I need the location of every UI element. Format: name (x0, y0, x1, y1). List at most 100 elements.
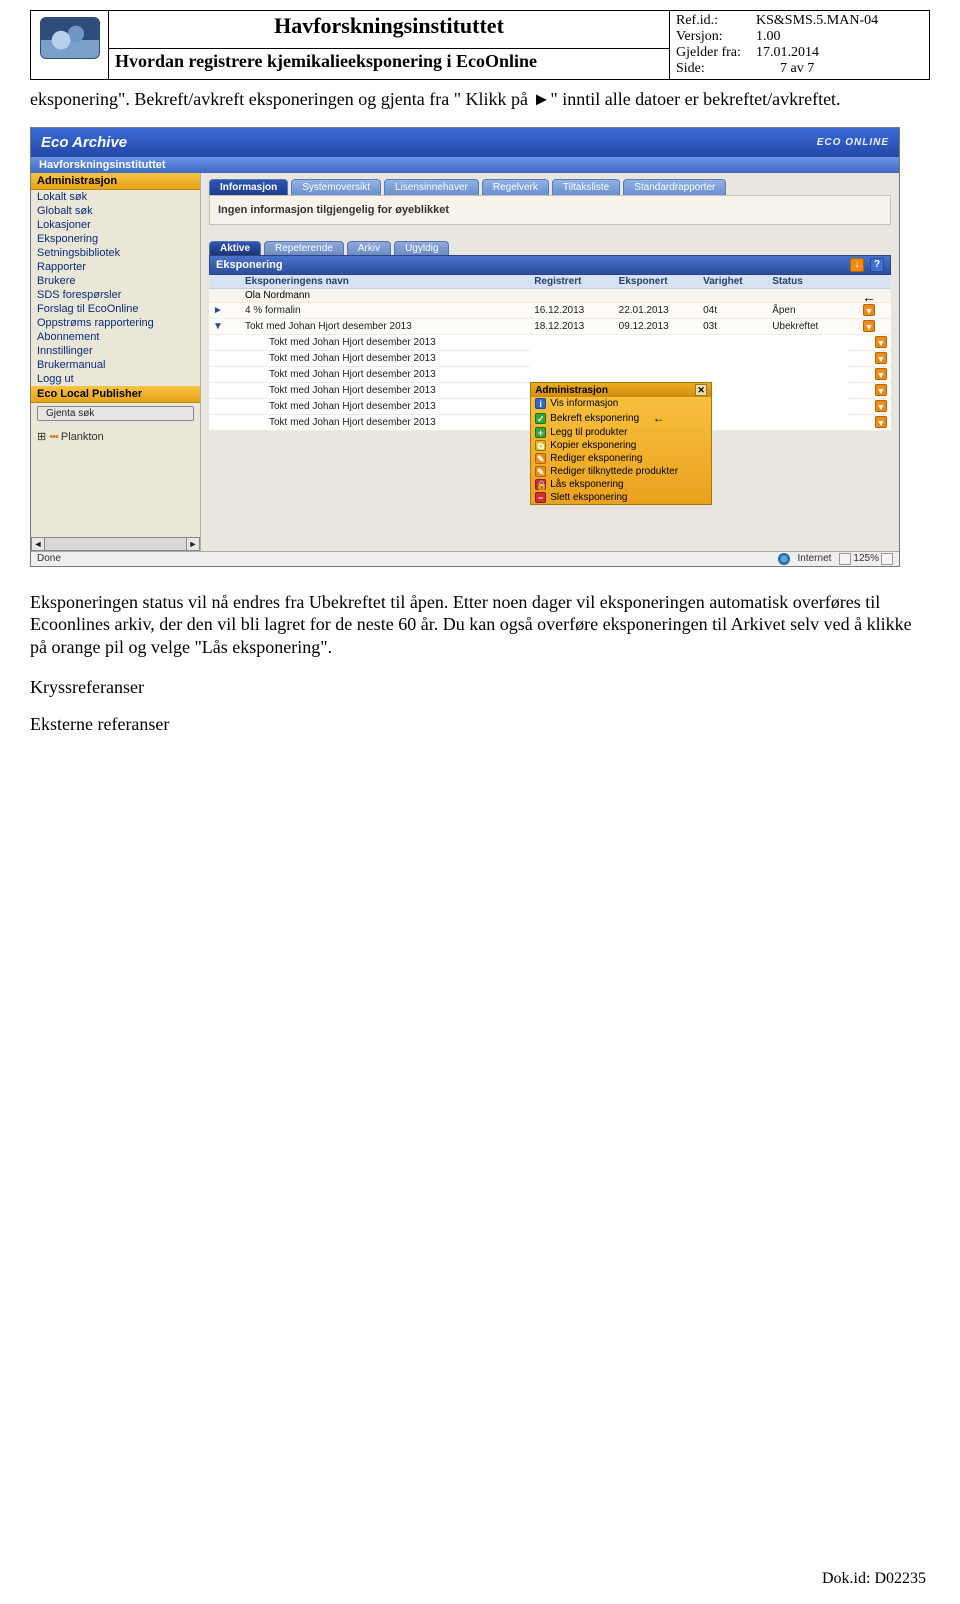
row-action-icon[interactable]: ▼ (875, 336, 887, 348)
sidebar-item-setningsbibliotek[interactable]: Setningsbibliotek (31, 246, 200, 260)
sidebar-item-abonnement[interactable]: Abonnement (31, 330, 200, 344)
eco-sidebar: Administrasjon Lokalt søk Globalt søk Lo… (31, 173, 201, 551)
tree-item-plankton[interactable]: Plankton (61, 431, 104, 443)
col-var: Varighet (699, 275, 768, 289)
scroll-track[interactable] (45, 537, 186, 551)
cell-name: Tokt med Johan Hjort desember 2013 (241, 398, 530, 414)
ctx-item-las[interactable]: 🔒Lås eksponering (531, 478, 711, 491)
ctx-item-kopier[interactable]: ⧉Kopier eksponering (531, 439, 711, 452)
cell-var: 04t (699, 302, 768, 318)
repeat-search-button[interactable]: Gjenta søk (37, 406, 194, 421)
subtab-ugyldig[interactable]: Ugyldig (394, 241, 449, 255)
sidebar-item-lokasjoner[interactable]: Lokasjoner (31, 218, 200, 232)
ref-value: KS&SMS.5.MAN-04 (756, 13, 878, 29)
eco-archive-window: Eco Archive ECO ONLINE Havforskningsinst… (30, 127, 900, 567)
tab-regelverk[interactable]: Regelverk (482, 179, 549, 195)
row-action-icon[interactable]: ▼ (875, 384, 887, 396)
sidebar-item-oppstroms[interactable]: Oppstrøms rapportering (31, 316, 200, 330)
zoom-out-icon[interactable] (839, 553, 851, 565)
zoom-value: 125% (853, 553, 879, 564)
heading-kryssreferanser: Kryssreferanser (30, 676, 930, 699)
eco-brand-logo: ECO ONLINE (817, 137, 889, 148)
person-name: Ola Nordmann (241, 288, 891, 302)
row-toggle-icon[interactable]: ► (213, 305, 223, 316)
table-row[interactable]: ► 4 % formalin 16.12.2013 22.01.2013 04t… (209, 302, 891, 318)
status-internet: Internet (798, 553, 832, 564)
ctx-item-bekreft[interactable]: ✓Bekreft eksponering ← (531, 410, 711, 426)
zoom-control[interactable]: 125% (839, 553, 893, 565)
ctx-item-rediger[interactable]: ✎Rediger eksponering (531, 452, 711, 465)
sidebar-item-logg-ut[interactable]: Logg ut (31, 372, 200, 386)
institution-logo-icon (40, 17, 100, 59)
sidebar-item-eksponering[interactable]: Eksponering (31, 232, 200, 246)
row-action-icon[interactable]: ▼ (875, 400, 887, 412)
row-action-icon[interactable]: ▼ (863, 320, 875, 332)
ref-label: Ref.id.: (676, 13, 756, 29)
header-action-icon[interactable]: ↓ (850, 258, 864, 272)
version-value: 1.00 (756, 29, 781, 45)
status-done: Done (37, 553, 61, 564)
cell-reg: 18.12.2013 (530, 318, 614, 334)
row-action-icon[interactable]: ▼ (875, 352, 887, 364)
context-menu-title: Administrasjon ✕ (531, 383, 711, 397)
edit-icon: ✎ (535, 453, 546, 464)
context-close-icon[interactable]: ✕ (695, 384, 707, 396)
subtab-aktive[interactable]: Aktive (209, 241, 261, 255)
sidebar-item-globalt-sok[interactable]: Globalt søk (31, 204, 200, 218)
table-row[interactable]: Tokt med Johan Hjort desember 2013 Admin… (209, 334, 891, 350)
plus-icon: + (535, 427, 546, 438)
annotation-arrow-icon: ← (862, 289, 876, 305)
subtab-repeterende[interactable]: Repeterende (264, 241, 344, 255)
paragraph-2: Eksponeringen status vil nå endres fra U… (30, 591, 930, 659)
sidebar-item-brukermanual[interactable]: Brukermanual (31, 358, 200, 372)
sidebar-scrollbar[interactable]: ◄ ► (31, 537, 200, 551)
sub-tabstrip: Aktive Repeterende Arkiv Ugyldig (209, 241, 891, 255)
ctx-item-slett[interactable]: −Slett eksponering (531, 491, 711, 504)
eksponering-title: Eksponering (216, 259, 283, 271)
ctx-item-legg-til[interactable]: +Legg til produkter (531, 426, 711, 439)
col-eksp: Eksponert (615, 275, 699, 289)
sidebar-item-sds[interactable]: SDS forespørsler (31, 288, 200, 302)
row-action-icon[interactable]: ▼ (875, 368, 887, 380)
cell-var: 03t (699, 318, 768, 334)
sidebar-item-brukere[interactable]: Brukere (31, 274, 200, 288)
ctx-item-vis-info[interactable]: iVis informasjon (531, 397, 711, 410)
header-help-icon[interactable]: ? (870, 258, 884, 272)
eco-content: Informasjon Systemoversikt Lisensinnehav… (201, 173, 899, 551)
scroll-left-icon[interactable]: ◄ (31, 537, 45, 551)
tab-lisensinnehaver[interactable]: Lisensinnehaver (384, 179, 479, 195)
zoom-in-icon[interactable] (881, 553, 893, 565)
top-tabstrip: Informasjon Systemoversikt Lisensinnehav… (209, 179, 891, 195)
sidebar-item-innstillinger[interactable]: Innstillinger (31, 344, 200, 358)
tab-tiltaksliste[interactable]: Tiltaksliste (552, 179, 620, 195)
tab-informasjon[interactable]: Informasjon (209, 179, 288, 195)
col-stat: Status (768, 275, 847, 289)
tab-systemoversikt[interactable]: Systemoversikt (291, 179, 381, 195)
cell-reg: 16.12.2013 (530, 302, 614, 318)
exposure-table: Eksponeringens navn Registrert Eksponert… (209, 275, 891, 431)
row-action-icon[interactable]: ▼ (863, 304, 875, 316)
document-subtitle: Hvordan registrere kjemikalieeksponering… (109, 48, 670, 79)
sidebar-item-lokalt-sok[interactable]: Lokalt søk (31, 190, 200, 204)
sidebar-item-forslag[interactable]: Forslag til EcoOnline (31, 302, 200, 316)
cell-stat: Ubekreftet (768, 318, 847, 334)
sidebar-header-publisher: Eco Local Publisher (31, 386, 200, 403)
row-action-icon[interactable]: ▼ (875, 416, 887, 428)
sidebar-tree[interactable]: ⊞ ••• Plankton (31, 424, 200, 449)
tab-standardrapporter[interactable]: Standardrapporter (623, 179, 726, 195)
sidebar-item-rapporter[interactable]: Rapporter (31, 260, 200, 274)
side-value: 7 av 7 (756, 61, 814, 77)
scroll-right-icon[interactable]: ► (186, 537, 200, 551)
cell-name: Tokt med Johan Hjort desember 2013 (241, 318, 530, 334)
ctx-item-rediger-prod[interactable]: ✎Rediger tilknyttede produkter (531, 465, 711, 478)
table-row[interactable]: ▼ Tokt med Johan Hjort desember 2013 18.… (209, 318, 891, 334)
sidebar-header-admin: Administrasjon (31, 173, 200, 190)
col-name: Eksponeringens navn (241, 275, 530, 289)
context-menu: Administrasjon ✕ iVis informasjon ✓Bekre… (530, 382, 712, 505)
version-label: Versjon: (676, 29, 756, 45)
subtab-arkiv[interactable]: Arkiv (347, 241, 391, 255)
tree-expand-icon[interactable]: ⊞ (37, 431, 49, 443)
cell-name: Tokt med Johan Hjort desember 2013 (241, 334, 530, 350)
row-toggle-icon[interactable]: ▼ (213, 321, 223, 332)
eco-title: Eco Archive (41, 134, 127, 151)
